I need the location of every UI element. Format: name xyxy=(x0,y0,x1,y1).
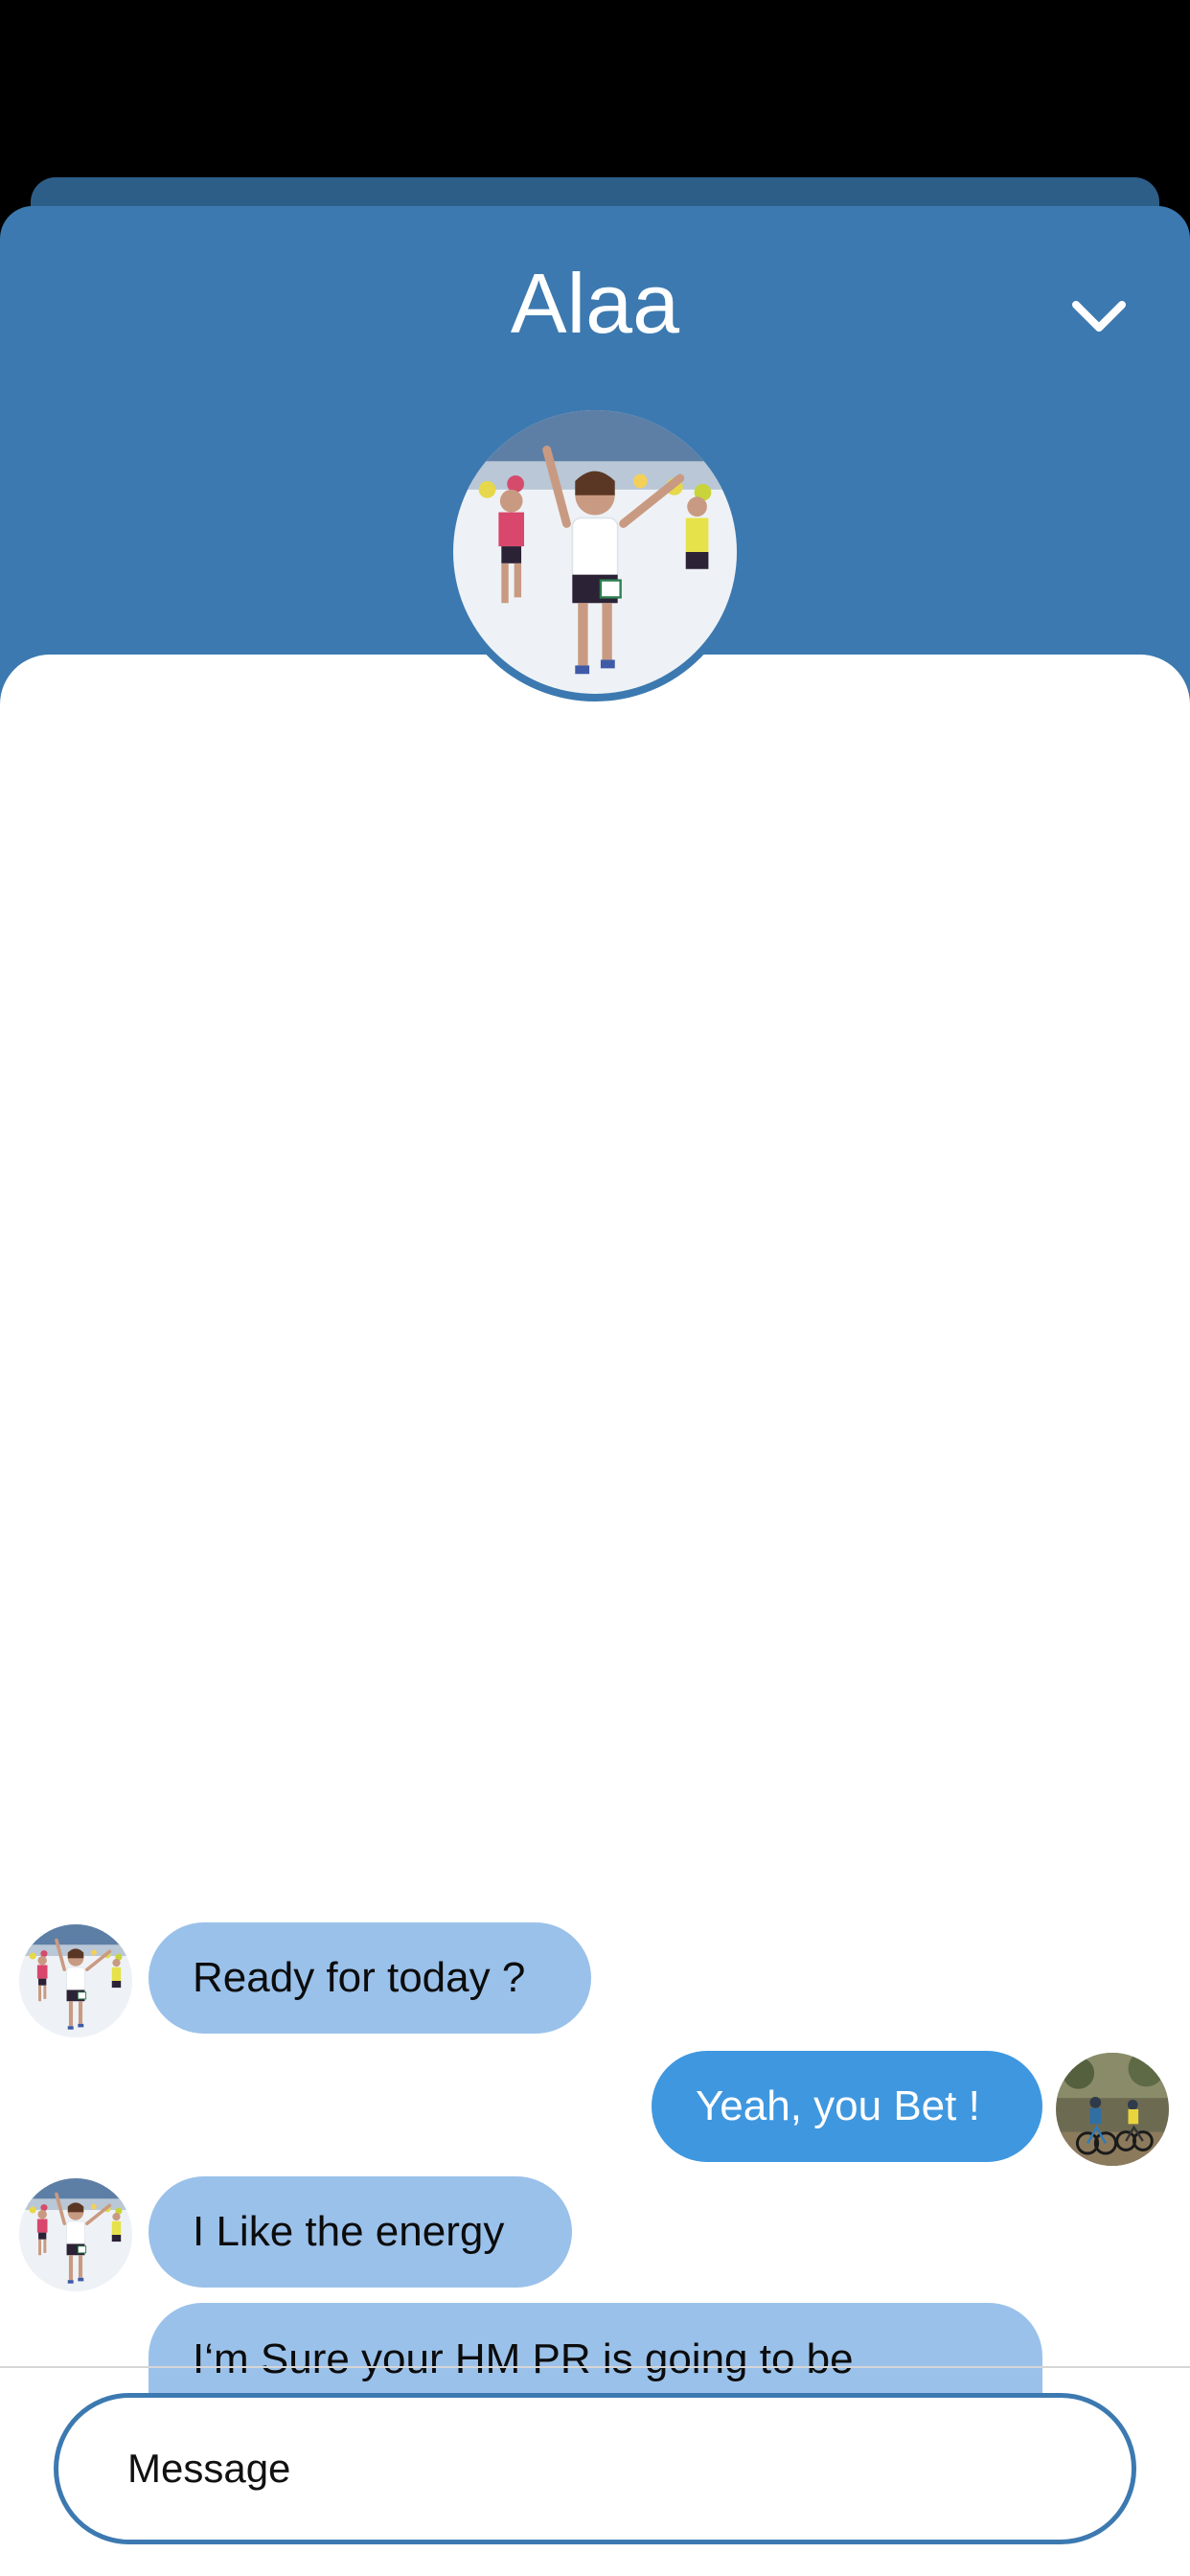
sender-photo xyxy=(19,2178,132,2291)
message-text: I Like the energy xyxy=(193,2208,505,2255)
contact-name: Alaa xyxy=(510,256,680,351)
message-text: Yeah, you Bet ! xyxy=(696,2082,980,2129)
user-avatar[interactable] xyxy=(1056,2053,1169,2166)
message-bubble-incoming[interactable]: Ready for today ? xyxy=(149,1922,591,2034)
collapse-button[interactable] xyxy=(1065,288,1133,345)
message-text: Ready for today ? xyxy=(193,1954,526,2001)
sender-photo xyxy=(19,1924,132,2037)
composer-divider xyxy=(0,2366,1190,2368)
user-photo xyxy=(1056,2053,1169,2166)
message-bubble-outgoing[interactable]: Yeah, you Bet ! xyxy=(652,2051,1042,2162)
messages-panel: Ready for today ? Yeah, you Bet ! I Like… xyxy=(0,655,1190,2576)
chevron-down-icon xyxy=(1072,301,1126,332)
sender-avatar[interactable] xyxy=(19,2178,132,2291)
contact-photo xyxy=(453,410,737,694)
contact-avatar[interactable] xyxy=(446,402,744,702)
message-bubble-incoming[interactable]: I Like the energy xyxy=(149,2176,572,2288)
sender-avatar[interactable] xyxy=(19,1924,132,2037)
chat-sheet: Alaa Ready for today ? Yeah, you Bet ! I… xyxy=(0,206,1190,2576)
message-input[interactable] xyxy=(126,2445,1132,2493)
message-composer[interactable] xyxy=(54,2393,1136,2544)
